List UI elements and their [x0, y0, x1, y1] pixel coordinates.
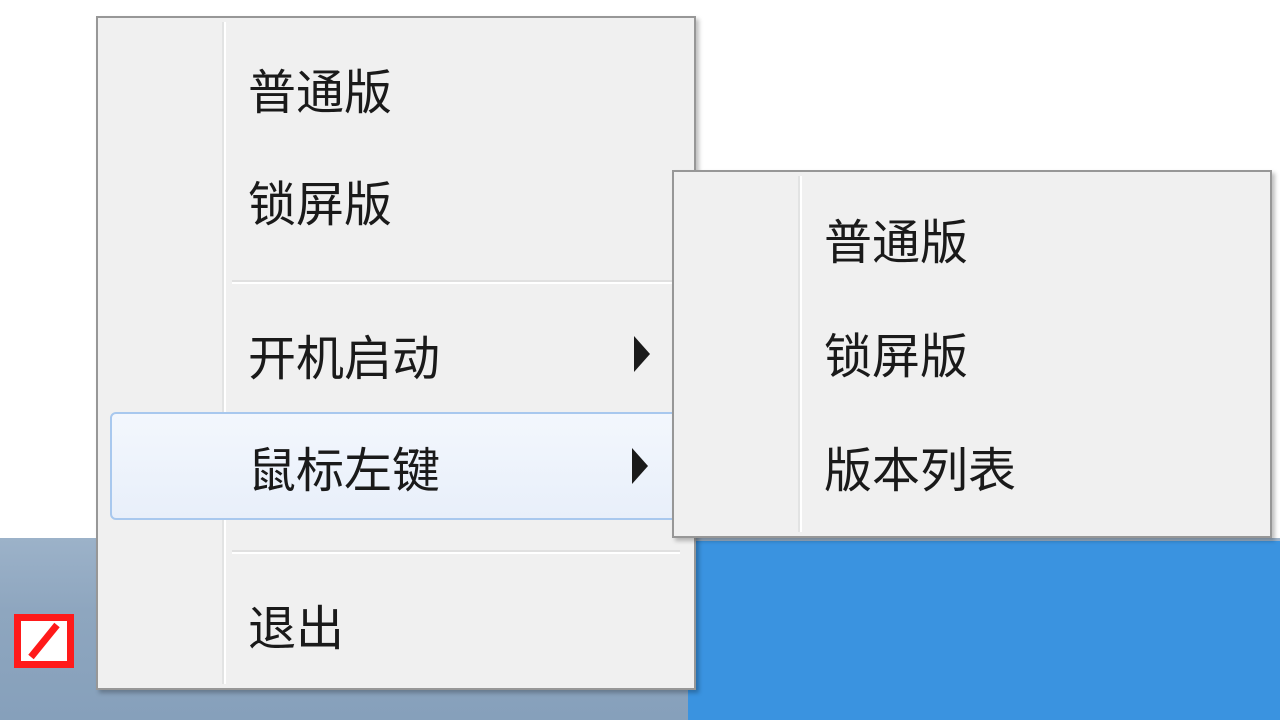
menu-item-label: 退出 [248, 601, 345, 657]
submenu-arrow-icon [632, 448, 648, 484]
desktop: 普通版 锁屏版 开机启动 鼠标左键 退出 普通版 锁屏版 版本列表 [0, 0, 1280, 720]
menu-item-exit[interactable]: 退出 [98, 570, 694, 678]
menu-separator [232, 280, 680, 284]
menu-item-label: 版本列表 [824, 443, 1017, 499]
left-click-submenu: 普通版 锁屏版 版本列表 [672, 170, 1272, 538]
menu-item-lockscreen-version[interactable]: 锁屏版 [98, 146, 694, 254]
menu-item-label: 锁屏版 [248, 177, 393, 233]
submenu-arrow-icon [634, 336, 650, 372]
menu-item-label: 锁屏版 [824, 329, 969, 385]
slash-icon [28, 622, 60, 660]
blue-window-area [688, 541, 1280, 720]
menu-item-label: 开机启动 [248, 331, 441, 387]
menu-item-startup[interactable]: 开机启动 [98, 300, 694, 408]
tray-app-icon[interactable] [14, 614, 74, 668]
submenu-item-lockscreen-version[interactable]: 锁屏版 [674, 298, 1270, 406]
menu-item-label: 普通版 [824, 215, 969, 271]
menu-separator [232, 550, 680, 554]
submenu-item-version-list[interactable]: 版本列表 [674, 412, 1270, 520]
submenu-item-normal-version[interactable]: 普通版 [674, 184, 1270, 292]
menu-item-label: 鼠标左键 [248, 443, 441, 499]
menu-item-left-click[interactable]: 鼠标左键 [110, 412, 682, 520]
menu-item-normal-version[interactable]: 普通版 [98, 34, 694, 142]
menu-item-label: 普通版 [248, 65, 393, 121]
tray-context-menu: 普通版 锁屏版 开机启动 鼠标左键 退出 [96, 16, 696, 690]
